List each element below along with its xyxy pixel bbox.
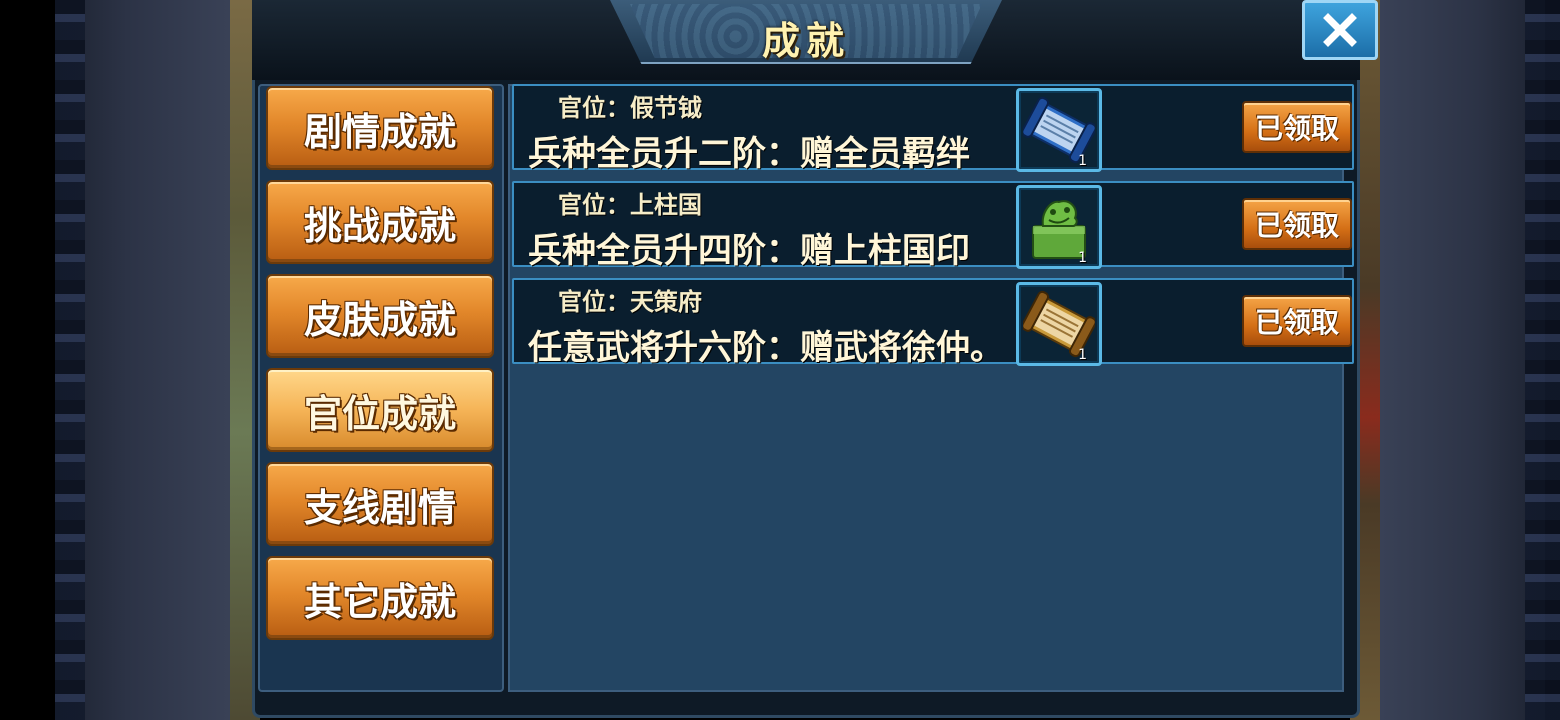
tab-label: 剧情成就 xyxy=(303,109,456,154)
dialog-title: 成就 xyxy=(761,19,850,63)
background-left-pattern xyxy=(55,0,85,720)
tab-label: 挑战成就 xyxy=(303,203,456,248)
tab-label: 其它成就 xyxy=(303,579,456,624)
background-right xyxy=(1375,0,1545,720)
tab-rank-achievement[interactable]: 官位成就 xyxy=(266,368,494,452)
achievement-row: 官位：假节钺 兵种全员升二阶：赠全员羁绊 1 已领取 xyxy=(512,84,1354,174)
achievement-rank: 官位：上柱国 xyxy=(558,191,702,219)
tab-label: 官位成就 xyxy=(303,391,456,436)
reward-quantity: 1 xyxy=(1078,250,1087,266)
achievement-list xyxy=(508,84,1344,692)
tab-label: 皮肤成就 xyxy=(303,297,456,342)
tab-challenge-achievement[interactable]: 挑战成就 xyxy=(266,180,494,264)
reward-quantity: 1 xyxy=(1078,347,1087,363)
close-icon xyxy=(1323,13,1357,47)
close-button[interactable] xyxy=(1302,0,1378,60)
tab-side-story[interactable]: 支线剧情 xyxy=(266,462,494,546)
tab-other-achievement[interactable]: 其它成就 xyxy=(266,556,494,640)
claimed-button[interactable]: 已领取 xyxy=(1242,101,1352,153)
achievement-row: 官位：上柱国 兵种全员升四阶：赠上柱国印 1 已领取 xyxy=(512,181,1354,271)
reward-slot[interactable]: 1 xyxy=(1016,185,1102,269)
tab-label: 支线剧情 xyxy=(303,485,456,530)
tab-skin-achievement[interactable]: 皮肤成就 xyxy=(266,274,494,358)
achievement-description: 兵种全员升四阶：赠上柱国印 xyxy=(528,231,970,271)
claimed-button[interactable]: 已领取 xyxy=(1242,295,1352,347)
achievement-description: 兵种全员升二阶：赠全员羁绊 xyxy=(528,134,970,174)
achievement-rank: 官位：天策府 xyxy=(558,288,702,316)
reward-slot[interactable]: 1 xyxy=(1016,282,1102,366)
achievement-row: 官位：天策府 任意武将升六阶：赠武将徐仲。 1 已领取 xyxy=(512,278,1354,368)
reward-slot[interactable]: 1 xyxy=(1016,88,1102,172)
tab-story-achievement[interactable]: 剧情成就 xyxy=(266,86,494,170)
achievement-description: 任意武将升六阶：赠武将徐仲。 xyxy=(528,328,1004,368)
claimed-label: 已领取 xyxy=(1254,306,1339,339)
claimed-label: 已领取 xyxy=(1254,112,1339,145)
reward-quantity: 1 xyxy=(1078,153,1087,169)
background-right-pattern xyxy=(1525,0,1560,720)
claimed-label: 已领取 xyxy=(1254,209,1339,242)
claimed-button[interactable]: 已领取 xyxy=(1242,198,1352,250)
achievement-rank: 官位：假节钺 xyxy=(558,94,702,122)
